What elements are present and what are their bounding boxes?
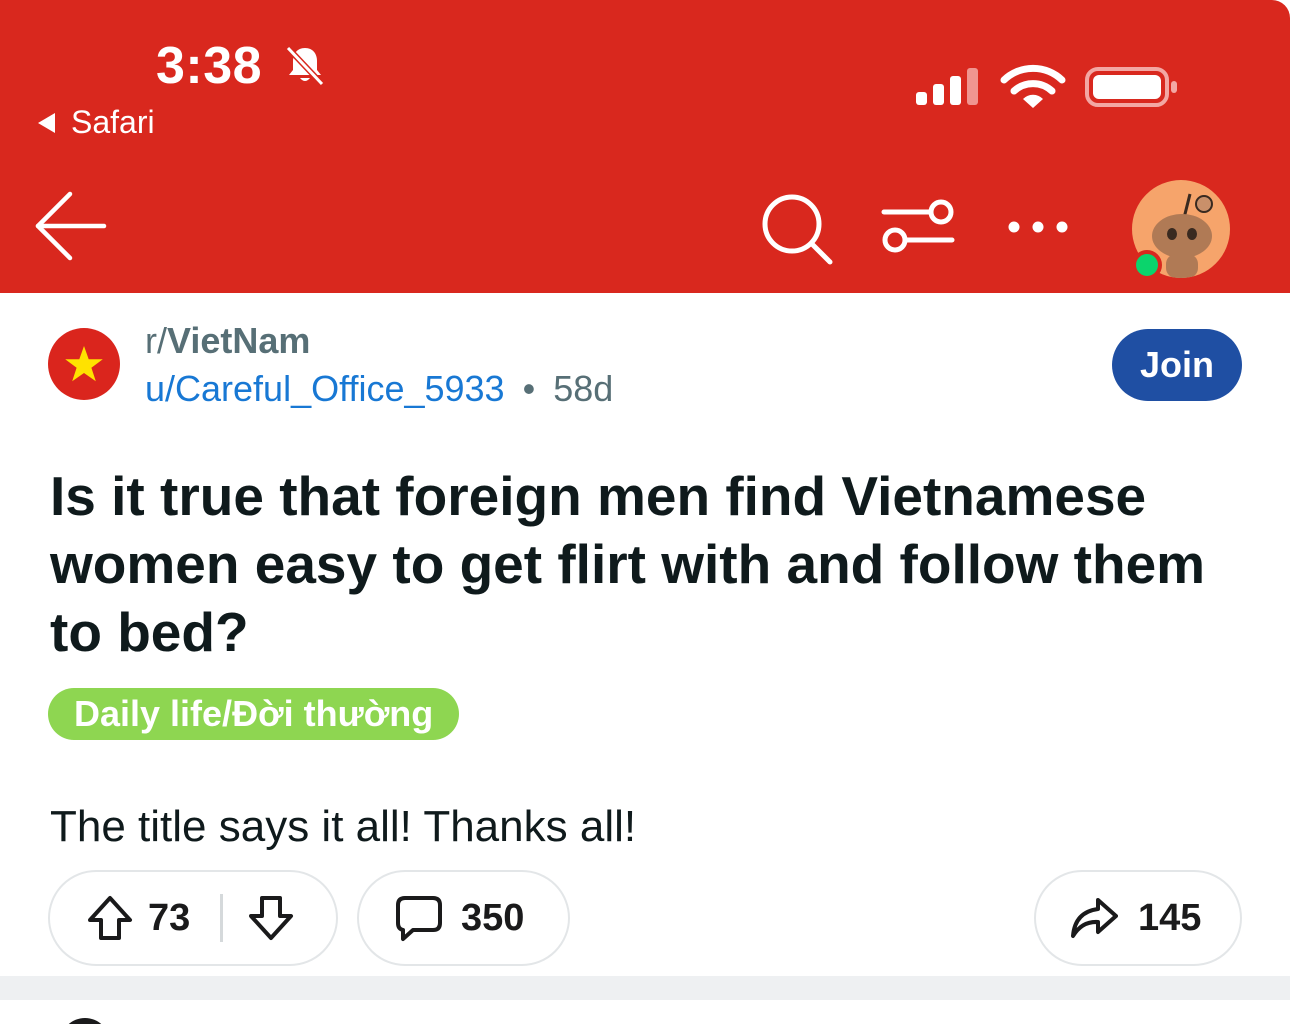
post-meta: u/Careful_Office_5933 • 58d — [145, 368, 613, 410]
author-link[interactable]: u/Careful_Office_5933 — [145, 368, 505, 409]
comments-button[interactable]: 350 — [357, 870, 570, 966]
back-app-label: Safari — [71, 104, 155, 140]
vote-divider — [220, 894, 224, 942]
back-triangle-icon — [38, 112, 55, 133]
subreddit-label: VietNam — [167, 320, 311, 361]
online-status-dot — [1132, 250, 1162, 280]
post-body: The title says it all! Thanks all! — [50, 802, 637, 851]
comment-count: 350 — [461, 896, 525, 939]
post-separator — [0, 976, 1290, 1000]
join-button[interactable]: Join — [1112, 329, 1242, 401]
filter-icon[interactable] — [880, 196, 956, 256]
post-age: 58d — [553, 368, 614, 409]
share-icon — [1071, 898, 1118, 938]
subreddit-icon[interactable] — [48, 328, 120, 400]
subreddit-prefix: r/ — [145, 320, 167, 361]
status-time: 3:38 — [156, 37, 263, 95]
wifi-icon — [1000, 64, 1066, 108]
upvote-icon[interactable] — [86, 894, 134, 942]
next-post-avatar[interactable] — [60, 1018, 110, 1024]
meta-separator: • — [522, 368, 536, 409]
star-icon — [65, 346, 103, 382]
share-button[interactable]: 145 — [1034, 870, 1242, 966]
share-count: 145 — [1138, 896, 1202, 939]
subreddit-name[interactable]: r/VietNam — [145, 320, 310, 362]
back-to-safari[interactable]: Safari — [38, 104, 155, 141]
app-header: 3:38 Safari — [0, 0, 1290, 293]
search-icon[interactable] — [760, 192, 834, 266]
battery-icon — [1085, 67, 1177, 107]
cellular-signal-icon — [916, 68, 978, 105]
post-flair[interactable]: Daily life/Đời thường — [48, 688, 460, 740]
upvote-count: 73 — [148, 896, 191, 939]
bell-slash-icon — [285, 45, 325, 87]
more-icon[interactable] — [1006, 214, 1070, 240]
post-title[interactable]: Is it true that foreign men find Vietnam… — [50, 462, 1250, 666]
vote-bar: 73 — [48, 870, 338, 966]
downvote-icon[interactable] — [247, 894, 295, 942]
comment-icon — [396, 896, 442, 941]
back-arrow-icon[interactable] — [34, 190, 110, 262]
